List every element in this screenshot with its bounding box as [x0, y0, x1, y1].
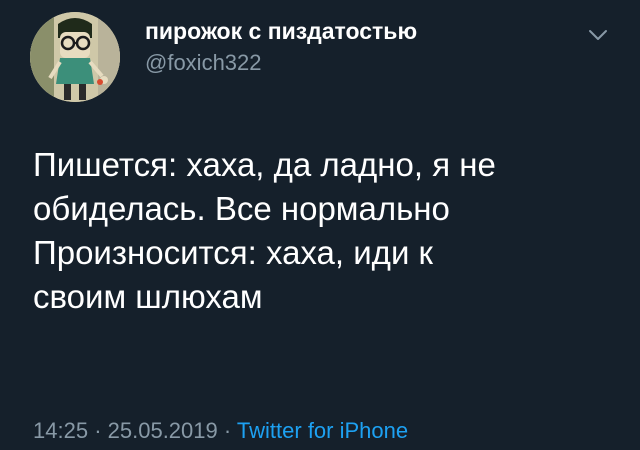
- chevron-down-icon[interactable]: [585, 22, 611, 48]
- tweet-meta: 14:25 · 25.05.2019 · Twitter for iPhone: [33, 418, 408, 444]
- tweet-text-line: Произносится: хаха, иди к: [33, 234, 433, 271]
- avatar[interactable]: [30, 12, 120, 102]
- tweet-card: пирожок с пиздатостью @foxich322 Пишется…: [0, 0, 640, 450]
- meta-separator: ·: [223, 418, 232, 443]
- display-name[interactable]: пирожок с пиздатостью: [145, 18, 417, 45]
- tweet-text: Пишется: хаха, да ладно, я не обиделась.…: [33, 143, 623, 319]
- avatar-image: [30, 12, 120, 102]
- tweet-text-line: обиделась. Все нормально: [33, 190, 450, 227]
- meta-separator: ·: [94, 418, 102, 443]
- tweet-text-line: своим шлюхам: [33, 278, 263, 315]
- tweet-text-line: Пишется: хаха, да ладно, я не: [33, 146, 496, 183]
- user-handle[interactable]: @foxich322: [145, 50, 262, 76]
- tweet-time[interactable]: 14:25: [33, 418, 88, 443]
- tweet-source-link[interactable]: Twitter for iPhone: [237, 418, 408, 443]
- tweet-date[interactable]: 25.05.2019: [108, 418, 218, 443]
